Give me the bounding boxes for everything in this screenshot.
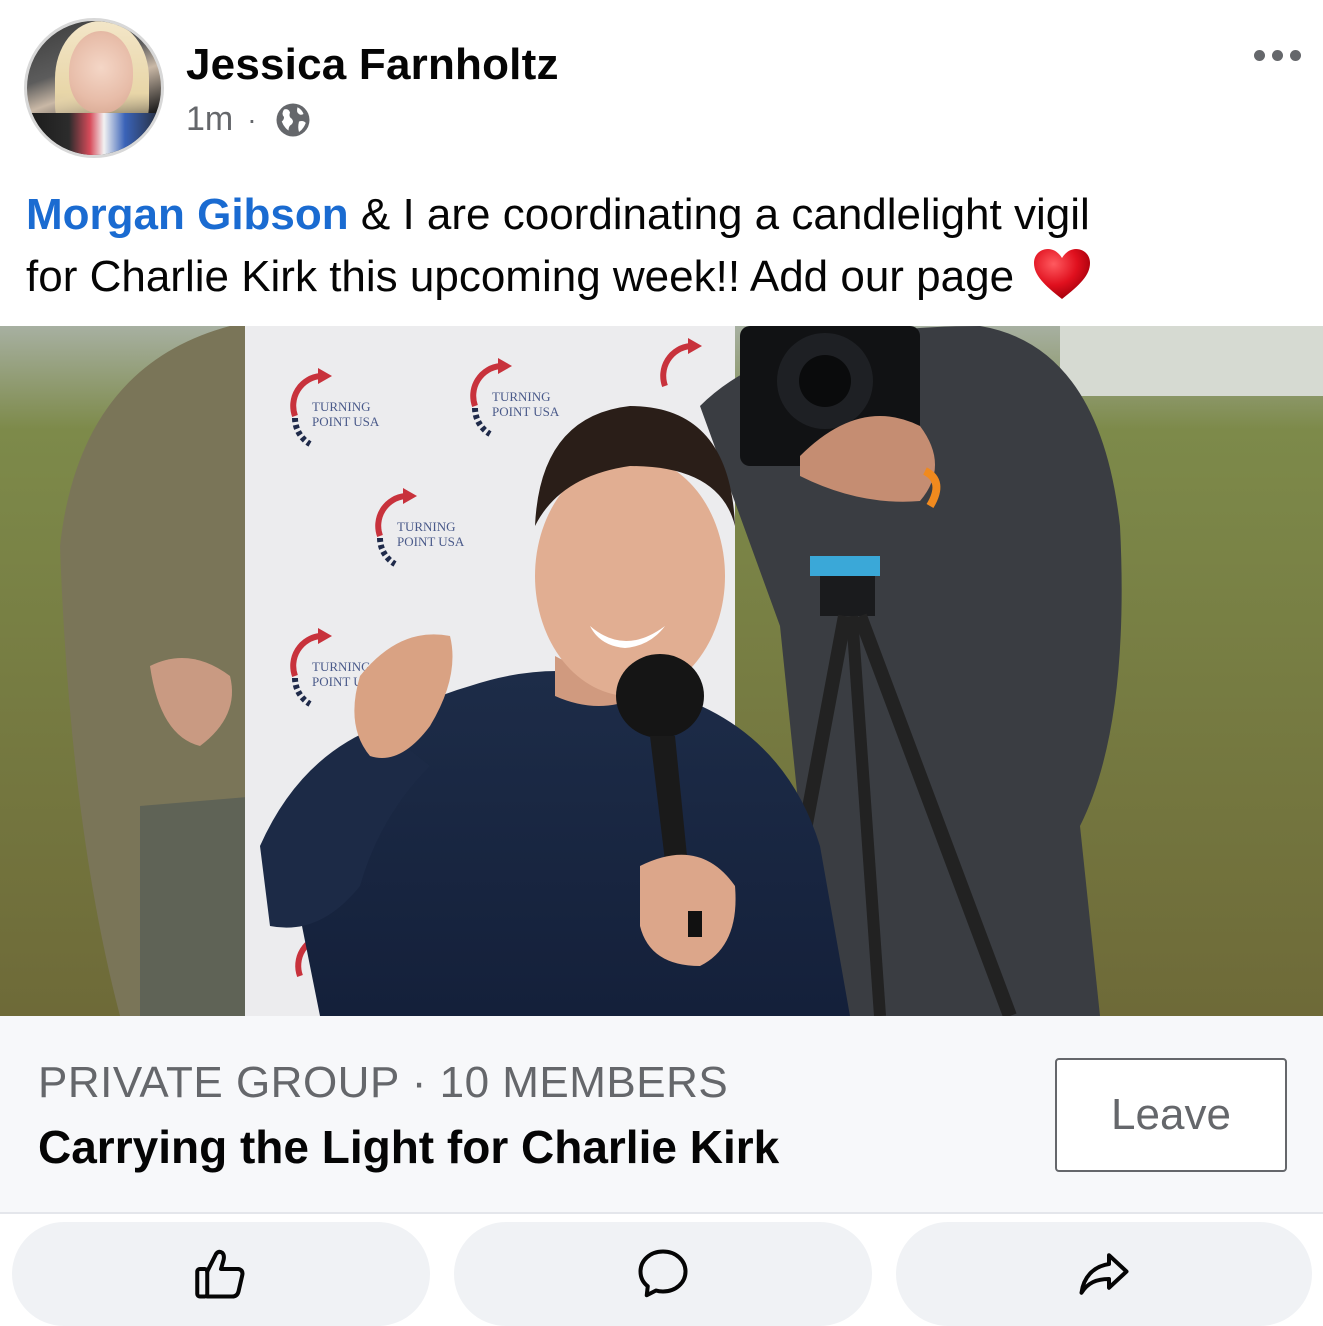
svg-text:TURNING: TURNING	[492, 389, 551, 404]
more-options-icon[interactable]	[1254, 50, 1301, 61]
meta-separator: ·	[247, 103, 257, 135]
post-meta: 1m ·	[186, 100, 311, 139]
post-text-line1: & I are coordinating a candlelight vigil	[348, 190, 1090, 239]
mention-link[interactable]: Morgan Gibson	[26, 190, 349, 239]
post-text-line2: for Charlie Kirk this upcoming week!! Ad…	[26, 252, 1015, 301]
author-name[interactable]: Jessica Farnholtz	[186, 40, 559, 90]
svg-text:POINT USA: POINT USA	[312, 414, 380, 429]
group-meta: PRIVATE GROUP · 10 MEMBERS	[38, 1058, 729, 1107]
svg-text:TURNING: TURNING	[312, 399, 371, 414]
avatar-shirt	[27, 113, 161, 155]
avatar[interactable]	[24, 18, 164, 158]
timestamp[interactable]: 1m	[186, 100, 233, 139]
leave-group-button[interactable]: Leave	[1055, 1058, 1287, 1172]
photo-illustration: TURNING POINT USA TURNING POINT USA TURN…	[0, 326, 1323, 1016]
avatar-face	[69, 31, 133, 113]
globe-icon[interactable]	[275, 102, 311, 138]
post-photo[interactable]: TURNING POINT USA TURNING POINT USA TURN…	[0, 326, 1323, 1016]
comment-bubble-icon	[638, 1249, 688, 1298]
comment-button[interactable]	[454, 1222, 872, 1326]
facebook-post: Jessica Farnholtz 1m · Morgan Gibson & I…	[0, 0, 1323, 1326]
thumbs-up-icon	[195, 1249, 245, 1299]
svg-text:POINT USA: POINT USA	[397, 534, 465, 549]
post-text: Morgan Gibson & I are coordinating a can…	[26, 184, 1296, 308]
divider	[0, 1212, 1323, 1214]
group-name[interactable]: Carrying the Light for Charlie Kirk	[38, 1120, 779, 1174]
like-button[interactable]	[12, 1222, 430, 1326]
svg-text:TURNING: TURNING	[397, 519, 456, 534]
svg-text:TURNING: TURNING	[312, 659, 371, 674]
svg-text:POINT USA: POINT USA	[492, 404, 560, 419]
share-button[interactable]	[896, 1222, 1312, 1326]
share-arrow-icon	[1079, 1253, 1129, 1295]
red-heart-icon	[1034, 249, 1091, 299]
